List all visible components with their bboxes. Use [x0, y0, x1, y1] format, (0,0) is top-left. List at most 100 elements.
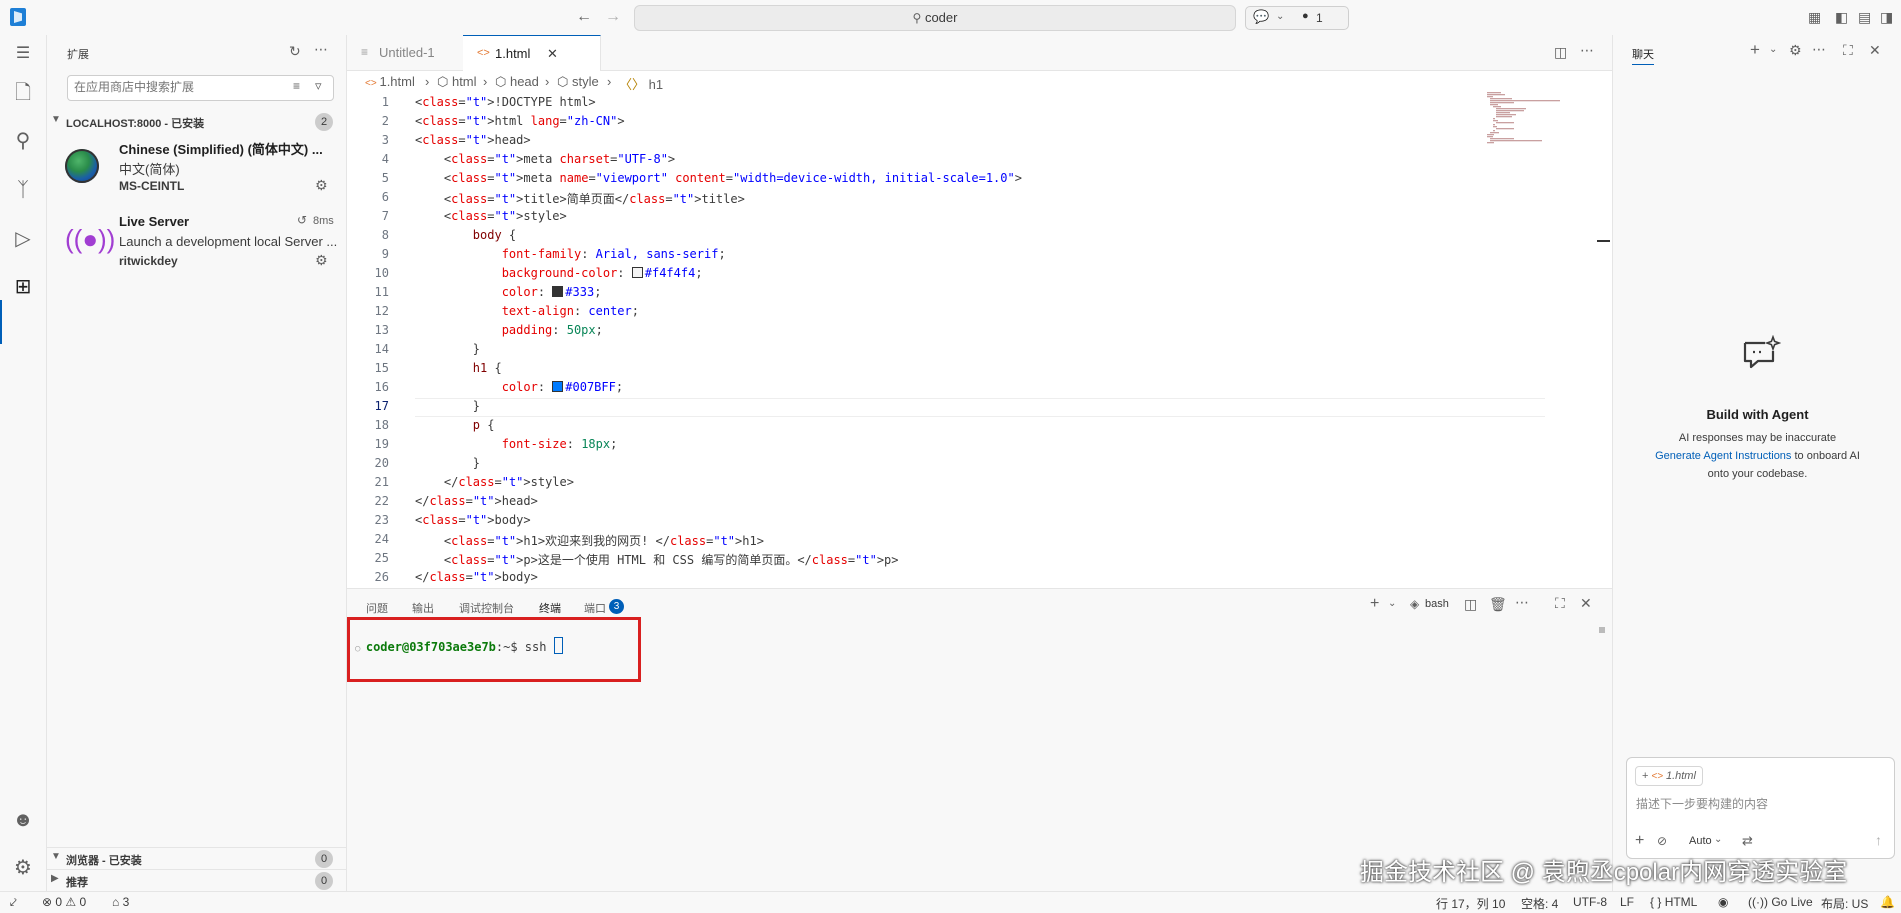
agent-chat-sparkle-icon — [1743, 335, 1781, 369]
breadcrumb-style[interactable]: ⬡ style — [557, 74, 599, 90]
close-icon[interactable]: ✕ — [547, 36, 558, 71]
code-line: <class="t">h1>欢迎来到我的网页! </class="t">h1> — [415, 534, 764, 548]
copilot-status-pill[interactable]: 💬 ⌄ ● 1 — [1245, 6, 1349, 30]
toggle-sidebar-icon[interactable]: ◧ — [1835, 9, 1848, 25]
manage-gear-icon[interactable]: ⚙ — [315, 177, 328, 194]
eol-status[interactable]: LF — [1620, 895, 1634, 909]
cursor-position[interactable]: 行 17，列 10 — [1436, 895, 1505, 912]
search-icon[interactable]: ⚲ — [8, 126, 38, 156]
toggle-panel-icon[interactable]: ▤ — [1858, 9, 1871, 25]
more-actions-icon[interactable]: ⋯ — [314, 41, 328, 58]
back-arrow-icon[interactable]: ← — [576, 9, 592, 25]
chat-attachment-chip[interactable]: + <> 1.html — [1635, 766, 1703, 786]
chat-tab[interactable]: 聊天 — [1632, 46, 1654, 65]
tab-1-html[interactable]: <> 1.html ✕ — [463, 35, 601, 71]
keyboard-layout[interactable]: 布局: US — [1821, 895, 1868, 912]
close-panel-icon[interactable]: ✕ — [1580, 595, 1592, 612]
tools-icon[interactable]: ⊘ — [1657, 834, 1667, 848]
settings-gear-icon[interactable]: ⚙ — [8, 853, 38, 883]
notifications-bell-icon[interactable]: 🔔 — [1880, 895, 1895, 909]
refresh-icon[interactable]: ↻ — [289, 43, 301, 60]
generate-agent-instructions-link[interactable]: Generate Agent Instructions — [1655, 450, 1791, 462]
code-line: } — [415, 399, 481, 413]
code-line: <class="t">meta name="viewport" content=… — [415, 171, 1022, 185]
section-browser-count: 0 — [315, 850, 333, 868]
maximize-panel-icon[interactable]: ⛶ — [1555, 595, 1565, 612]
encoding-status[interactable]: UTF-8 — [1573, 895, 1607, 909]
more-actions-icon[interactable]: ⋯ — [1812, 41, 1826, 58]
source-control-icon[interactable]: ᛉ — [8, 175, 38, 205]
code-editor[interactable]: 1 2 3 4 5 6 7 8 9 10 11 12 13 14 15 16 17 18 19 20 21 22 23 24 2… — [347, 92, 1612, 587]
chevron-down-icon[interactable]: ⌄ — [1388, 598, 1396, 609]
kill-terminal-trash-icon[interactable]: 🗑 — [1489, 596, 1507, 613]
more-actions-icon[interactable]: ⋯ — [1515, 594, 1529, 611]
extension-search-field[interactable]: ≡ ▿ — [67, 75, 334, 101]
model-picker[interactable]: Auto — [1689, 835, 1712, 847]
breadcrumb-file[interactable]: <> 1.html — [365, 74, 415, 89]
split-editor-icon[interactable]: ◫ — [1554, 44, 1567, 61]
toggle-secondary-sidebar-icon[interactable]: ◨ — [1880, 9, 1893, 25]
code-line: color: #333; — [501, 285, 602, 299]
maximize-icon[interactable]: ⛶ — [1843, 42, 1853, 59]
indentation-status[interactable]: 空格: 4 — [1521, 895, 1558, 912]
split-terminal-icon[interactable]: ◫ — [1464, 596, 1477, 613]
dot-icon: ● — [1302, 10, 1309, 22]
more-actions-icon[interactable]: ⋯ — [1580, 42, 1594, 59]
breadcrumb-head[interactable]: ⬡ head — [495, 74, 539, 90]
line-number: 10 — [374, 266, 389, 280]
extension-item-live-server[interactable]: ((●)) Live Server ↺ 8ms Launch a develop… — [47, 210, 346, 270]
extension-search-input[interactable] — [68, 76, 294, 98]
forward-arrow-icon[interactable]: → — [605, 9, 621, 25]
run-debug-icon[interactable]: ▷ — [8, 224, 38, 254]
add-context-plus-icon[interactable]: + — [1635, 832, 1644, 850]
new-terminal-plus-icon[interactable]: + — [1370, 595, 1379, 613]
section-recommended-header[interactable]: ▶ 推荐 0 — [47, 869, 346, 890]
broadcast-icon: ((●)) — [65, 224, 116, 254]
panel-tab-ports[interactable]: 端口 — [584, 600, 606, 616]
code-line: <class="t">style> — [415, 209, 567, 223]
minimap[interactable] — [1487, 92, 1572, 152]
extension-publisher: MS-CEINTL — [119, 179, 185, 193]
section-localhost-header[interactable]: ▼ LOCALHOST:8000 - 已安装 2 — [47, 112, 346, 132]
section-localhost-count: 2 — [315, 113, 333, 131]
chat-input-placeholder[interactable]: 描述下一步要构建的内容 — [1636, 795, 1768, 812]
explorer-icon[interactable]: 🗋 — [8, 78, 38, 108]
filter-icon[interactable]: ▿ — [315, 78, 322, 94]
language-mode[interactable]: { } HTML — [1650, 895, 1697, 909]
copilot-icon[interactable]: ◉ — [1718, 895, 1728, 909]
breadcrumb-html[interactable]: ⬡ html — [437, 74, 477, 90]
terminal-shell-name[interactable]: bash — [1425, 598, 1449, 610]
layout-grid-icon[interactable]: ▦ — [1808, 9, 1821, 25]
chevron-down-icon[interactable]: ⌄ — [1714, 834, 1722, 845]
chat-input-box[interactable]: + <> 1.html 描述下一步要构建的内容 + ⊘ Auto ⌄ ⇄ ↑ — [1626, 757, 1895, 859]
breadcrumb-h1[interactable]: 〈〉 h1 — [619, 74, 663, 93]
new-chat-plus-icon[interactable]: + — [1750, 40, 1760, 60]
panel-tab-output[interactable]: 输出 — [412, 600, 434, 616]
remote-indicator-icon[interactable]: ⤦ — [10, 895, 17, 910]
ports-status[interactable]: ⌂ 3 — [112, 895, 129, 909]
section-browser-header[interactable]: ▼ 浏览器 - 已安装 0 — [47, 847, 346, 868]
close-icon[interactable]: ✕ — [1869, 42, 1881, 59]
configure-icon[interactable]: ⇄ — [1742, 833, 1753, 849]
chat-bubble-icon: 💬 — [1253, 9, 1270, 24]
problems-status[interactable]: ⊗ 0 ⚠ 0 — [42, 895, 86, 909]
search-text: coder — [924, 10, 958, 25]
chevron-down-icon[interactable]: ⌄ — [1769, 44, 1777, 55]
menu-icon[interactable]: ☰ — [8, 39, 38, 69]
send-arrow-icon[interactable]: ↑ — [1875, 832, 1882, 848]
go-live-button[interactable]: ((·)) Go Live — [1748, 895, 1813, 909]
panel-tab-problems[interactable]: 问题 — [366, 600, 388, 616]
code-line: </class="t">body> — [415, 570, 538, 584]
command-center-search[interactable]: ⚲ coder — [634, 5, 1236, 31]
clear-filter-icon[interactable]: ≡ — [293, 79, 300, 93]
extension-item-chinese[interactable]: Chinese (Simplified) (简体中文) ... 中文(简体) M… — [47, 135, 346, 195]
annotation-highlight-box — [347, 617, 641, 682]
settings-gear-icon[interactable]: ⚙ — [1789, 42, 1802, 59]
extensions-icon[interactable]: ⊞ — [8, 272, 38, 302]
manage-gear-icon[interactable]: ⚙ — [315, 252, 328, 269]
account-icon[interactable]: ☻ — [8, 805, 38, 835]
panel-tab-debug-console[interactable]: 调试控制台 — [459, 600, 514, 616]
line-number: 25 — [374, 551, 389, 565]
status-bar: ⤦ ⊗ 0 ⚠ 0 ⌂ 3 行 17，列 10 空格: 4 UTF-8 LF {… — [0, 891, 1901, 913]
line-number: 1 — [381, 95, 389, 109]
